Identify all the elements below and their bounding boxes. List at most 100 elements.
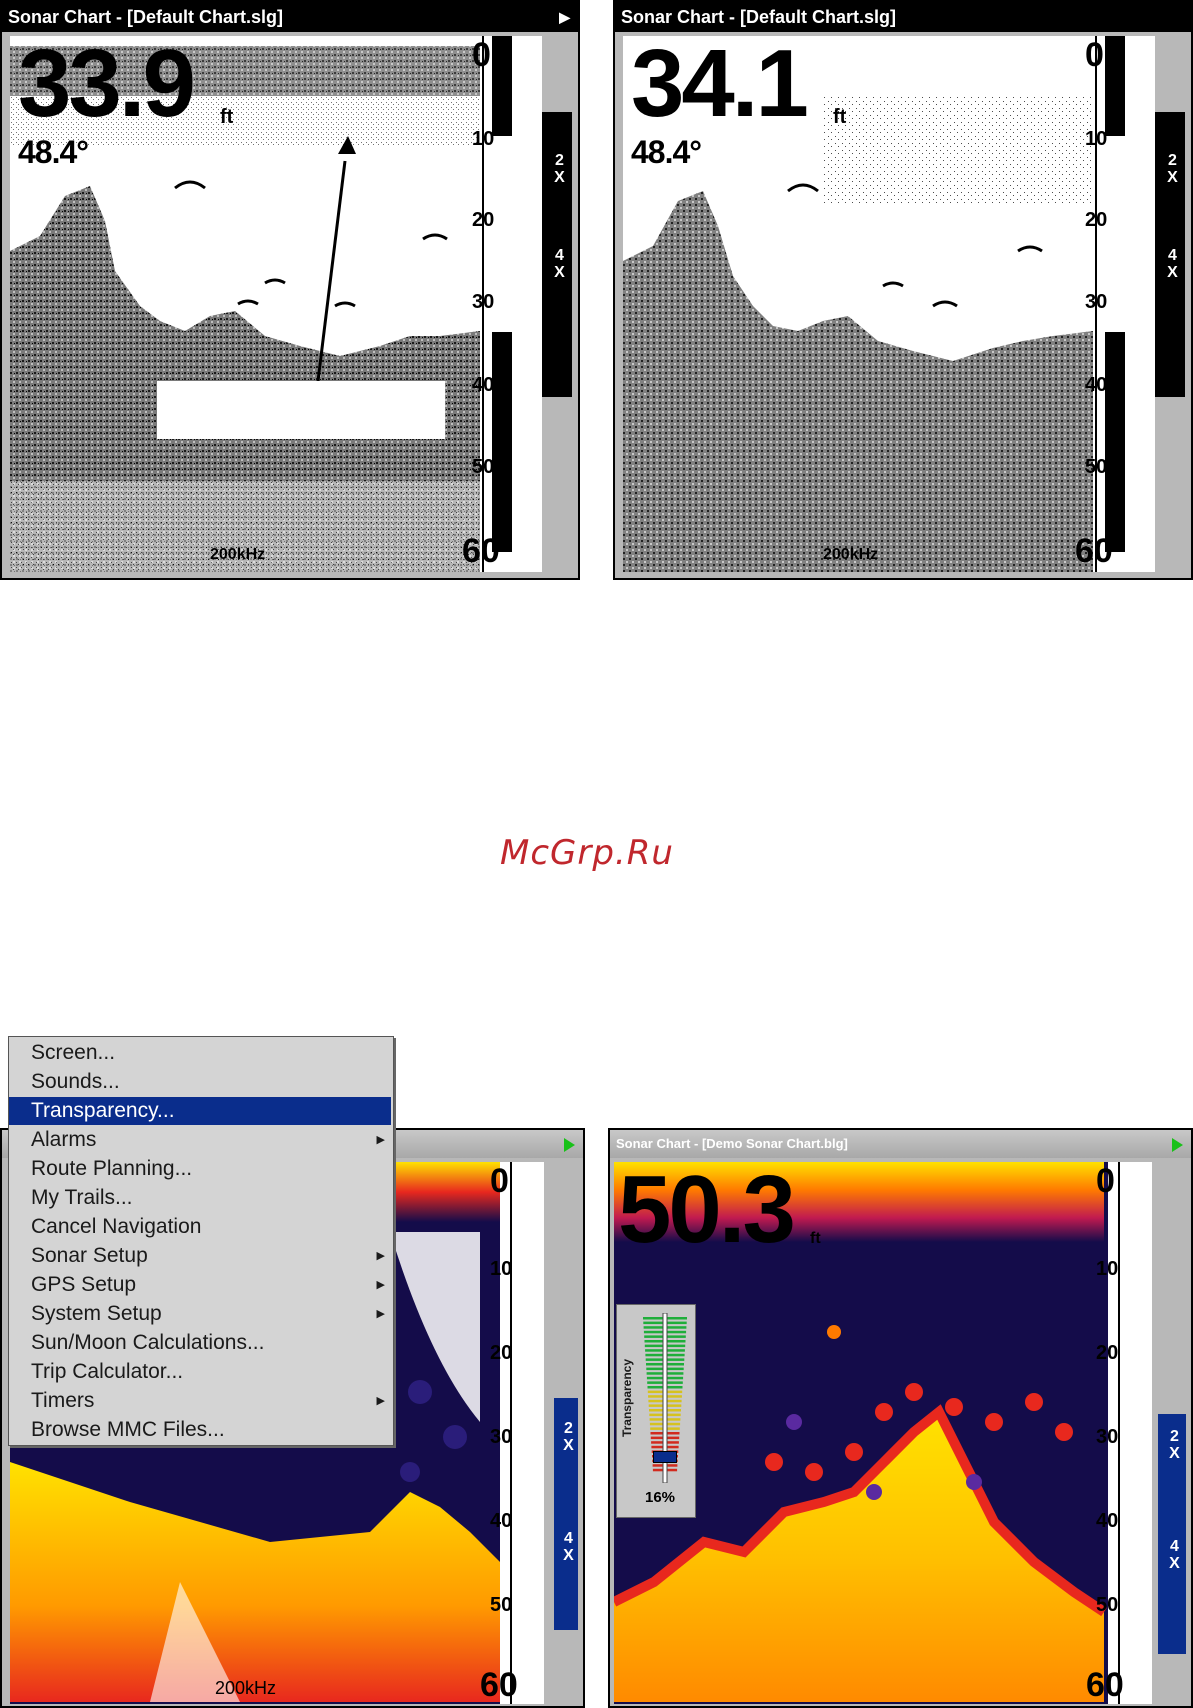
transparency-slider-handle[interactable] xyxy=(653,1450,677,1463)
surface-clutter-bar xyxy=(492,36,512,136)
meter-segment xyxy=(646,1376,663,1380)
depth-unit: ft xyxy=(833,106,847,128)
meter-segment xyxy=(644,1335,663,1338)
scale-10: 10 xyxy=(1085,128,1108,150)
menu-item-cancel-navigation[interactable]: Cancel Navigation xyxy=(9,1213,391,1241)
menu-item-transparency[interactable]: Transparency... xyxy=(9,1097,391,1125)
sonar-chart[interactable]: 33.9 ft 48.4° 200kHz 0 10 20 30 40 50 60 xyxy=(10,36,542,572)
submenu-arrow-icon: ▶ xyxy=(376,1308,385,1320)
zoom-4x[interactable]: 4X xyxy=(1160,247,1181,281)
meter-segment xyxy=(651,1445,663,1449)
meter-segment xyxy=(667,1441,679,1444)
meter-segment xyxy=(667,1349,685,1352)
menu-item-timers[interactable]: Timers ▶ xyxy=(9,1387,391,1415)
zoom-2x[interactable]: 2X xyxy=(547,152,568,186)
scale-20: 20 xyxy=(1096,1342,1119,1364)
window-title: Sonar Chart - [Default Chart.slg] xyxy=(8,7,284,27)
play-icon[interactable] xyxy=(1172,1138,1183,1152)
meter-segment xyxy=(652,1468,663,1472)
meter-segment xyxy=(643,1317,663,1320)
zoom-4x[interactable]: 4X xyxy=(1162,1538,1183,1572)
meter-segment xyxy=(667,1413,681,1417)
meter-segment xyxy=(648,1395,663,1398)
menu-item-sun-moon[interactable]: Sun/Moon Calculations... xyxy=(9,1329,391,1357)
menu-item-sounds[interactable]: Sounds... xyxy=(9,1068,391,1096)
meter-segment xyxy=(644,1340,663,1343)
zoom-2x[interactable]: 2X xyxy=(556,1420,577,1454)
scale-10: 10 xyxy=(1096,1258,1119,1280)
bottom-echo-bar xyxy=(1105,332,1125,552)
meter-segment xyxy=(667,1386,683,1389)
scale-bottom: 60 xyxy=(462,532,500,570)
frequency-label: 200kHz xyxy=(823,546,879,563)
meter-segment xyxy=(667,1395,682,1398)
meter-segment xyxy=(667,1372,684,1375)
meter-segment xyxy=(667,1436,680,1440)
zoom-2x[interactable]: 2X xyxy=(1160,152,1181,186)
menu-arrow-icon[interactable]: ▶ xyxy=(559,2,570,32)
meter-segment xyxy=(651,1441,663,1444)
scale-10: 10 xyxy=(490,1258,513,1280)
zoom-4x[interactable]: 4X xyxy=(547,247,568,281)
scale-20: 20 xyxy=(472,209,495,231)
surface-clutter-bar xyxy=(1105,36,1125,136)
scale-top: 0 xyxy=(1085,36,1104,74)
menu-item-sonar-setup[interactable]: Sonar Setup ▶ xyxy=(9,1242,391,1270)
scale-40: 40 xyxy=(1096,1510,1119,1532)
menu-item-gps-setup[interactable]: GPS Setup ▶ xyxy=(9,1271,391,1299)
meter-segment xyxy=(647,1390,663,1394)
meter-segment xyxy=(645,1353,663,1357)
window-title-bar: Sonar Chart - [Default Chart.slg] xyxy=(615,2,1191,32)
transparency-value: 16% xyxy=(645,1489,676,1506)
menu-item-alarms[interactable]: Alarms ▶ xyxy=(9,1126,391,1154)
watermark: McGrp.Ru xyxy=(500,833,674,873)
menu-item-trip-calculator[interactable]: Trip Calculator... xyxy=(9,1358,391,1386)
meter-segment xyxy=(650,1436,663,1440)
water-temperature: 48.4° xyxy=(631,134,702,170)
meter-segment xyxy=(667,1344,686,1348)
sonar-screen-bottom-right: Sonar Chart - [Demo Sonar Chart.blg] 50.… xyxy=(608,1128,1193,1708)
sonar-chart[interactable]: 50.3 ft 0 10 20 30 40 50 60 Transparency… xyxy=(614,1162,1152,1704)
transparency-panel: Transparency 16% xyxy=(616,1304,696,1518)
meter-segment xyxy=(667,1399,682,1403)
sonar-chart[interactable]: 34.1 ft 48.4° 200kHz 0 10 20 30 40 50 60 xyxy=(623,36,1155,572)
depth-unit: ft xyxy=(220,106,234,128)
meter-segment xyxy=(647,1381,663,1384)
meter-segment xyxy=(667,1427,680,1430)
scale-10: 10 xyxy=(472,128,495,150)
zoom-2x[interactable]: 2X xyxy=(1162,1428,1183,1462)
meter-segment xyxy=(649,1413,663,1417)
meter-segment xyxy=(667,1422,681,1426)
menu-item-system-setup[interactable]: System Setup ▶ xyxy=(9,1300,391,1328)
meter-segment xyxy=(650,1432,663,1435)
window-title-bar: Sonar Chart - [Default Chart.slg] ▶ xyxy=(2,2,578,32)
meter-segment xyxy=(667,1326,687,1329)
meter-segment xyxy=(645,1349,663,1352)
scale-30: 30 xyxy=(490,1426,513,1448)
bottom-echo-bar xyxy=(492,332,512,552)
meter-segment xyxy=(667,1445,679,1449)
scale-20: 20 xyxy=(490,1342,513,1364)
meter-segment xyxy=(667,1335,686,1338)
meter-segment xyxy=(652,1464,663,1467)
frequency-label: 200kHz xyxy=(210,546,266,563)
scale-top: 0 xyxy=(490,1162,509,1200)
scale-50: 50 xyxy=(1096,1594,1119,1616)
menu-item-browse-mmc[interactable]: Browse MMC Files... xyxy=(9,1416,391,1444)
meter-segment xyxy=(643,1330,663,1334)
meter-segment xyxy=(667,1321,687,1325)
menu-item-route-planning[interactable]: Route Planning... xyxy=(9,1155,391,1183)
callout-box xyxy=(157,381,445,439)
menu-item-my-trails[interactable]: My Trails... xyxy=(9,1184,391,1212)
meter-segment xyxy=(667,1363,684,1366)
meter-segment xyxy=(667,1390,683,1394)
main-menu: Screen... Sounds... Transparency... Alar… xyxy=(8,1036,394,1446)
play-icon[interactable] xyxy=(564,1138,575,1152)
submenu-arrow-icon: ▶ xyxy=(376,1279,385,1291)
meter-segment xyxy=(667,1330,687,1334)
zoom-4x[interactable]: 4X xyxy=(556,1530,577,1564)
menu-item-screen[interactable]: Screen... xyxy=(9,1039,391,1067)
meter-segment xyxy=(649,1409,663,1412)
scale-30: 30 xyxy=(472,291,495,313)
scale-30: 30 xyxy=(1096,1426,1119,1448)
